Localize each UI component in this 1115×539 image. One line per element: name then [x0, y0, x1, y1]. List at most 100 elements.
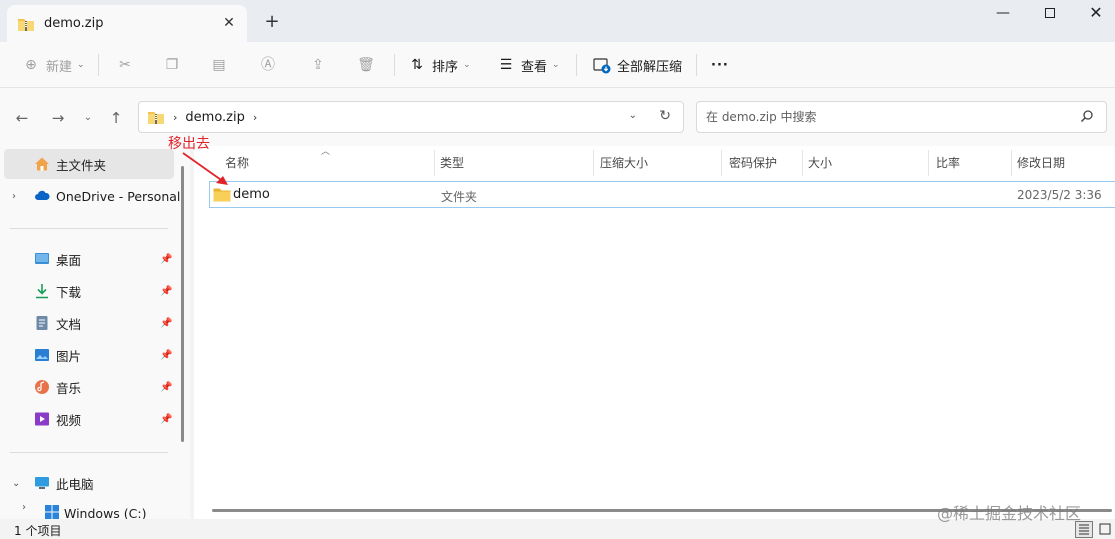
share-button[interactable]: ⇪ — [309, 54, 333, 76]
view-list-icon: ☰ — [499, 57, 513, 73]
column-divider[interactable] — [721, 150, 722, 176]
pin-icon[interactable]: 📌 — [160, 286, 172, 297]
toolbar-divider — [98, 54, 99, 76]
watermark: @稀土掘金技术社区 — [937, 504, 1082, 523]
sidebar-item-videos[interactable]: 视频 📌 — [4, 404, 174, 434]
music-icon — [35, 380, 49, 394]
details-view-icon — [1079, 524, 1089, 535]
column-divider[interactable] — [1011, 150, 1012, 176]
sidebar-item-pictures[interactable]: 图片 📌 — [4, 340, 174, 370]
expand-chevron-icon[interactable]: › — [22, 502, 26, 513]
paste-button[interactable]: ▤ — [210, 54, 234, 76]
forward-arrow-icon[interactable]: → — [48, 108, 68, 128]
tab-close-icon[interactable]: ✕ — [221, 15, 237, 31]
view-label: 查看 — [521, 59, 548, 75]
pin-icon[interactable]: 📌 — [160, 350, 172, 361]
sort-icon: ⇅ — [411, 57, 423, 73]
sidebar-item-home[interactable]: 主文件夹 — [4, 149, 174, 179]
chevron-down-icon: ⌄ — [552, 60, 560, 70]
cloud-icon — [35, 190, 50, 200]
new-button[interactable]: ⊕ 新建 ⌄ — [22, 54, 84, 76]
pin-icon[interactable]: 📌 — [160, 254, 172, 265]
column-divider[interactable] — [593, 150, 594, 176]
new-label: 新建 — [46, 59, 73, 75]
copy-button[interactable]: ❐ — [163, 54, 187, 76]
tiles-view-button[interactable] — [1096, 521, 1114, 538]
toolbar-divider — [394, 54, 395, 76]
search-icon[interactable] — [1080, 109, 1094, 123]
pin-icon[interactable]: 📌 — [160, 382, 172, 393]
clipboard-icon: ▤ — [212, 57, 226, 73]
share-icon: ⇪ — [312, 57, 324, 73]
breadcrumb-chevron-icon[interactable]: › — [173, 111, 177, 124]
expand-chevron-icon[interactable]: › — [12, 191, 16, 202]
close-window-button[interactable]: ✕ — [1073, 0, 1115, 28]
sort-button[interactable]: ⇅ 排序 ⌄ — [408, 54, 470, 76]
sidebar-item-label: Windows (C:) — [64, 506, 147, 519]
computer-icon — [35, 477, 49, 489]
zip-folder-icon — [148, 112, 164, 124]
cut-button[interactable]: ✂ — [116, 54, 140, 76]
search-box[interactable] — [696, 101, 1107, 133]
pin-icon[interactable]: 📌 — [160, 414, 172, 425]
sidebar-item-label: 此电脑 — [56, 476, 94, 492]
breadcrumb-demo-zip[interactable]: demo.zip — [185, 110, 244, 125]
sort-label: 排序 — [432, 59, 459, 75]
tab-demo-zip[interactable]: demo.zip ✕ — [7, 5, 247, 42]
desktop-icon — [35, 253, 49, 264]
maximize-button[interactable] — [1027, 0, 1073, 28]
navigation-pane: 主文件夹 › OneDrive - Personal 桌面 📌 下载 📌 文档 … — [0, 146, 190, 519]
column-header-type[interactable]: 类型 — [440, 154, 464, 171]
column-header-ratio[interactable]: 比率 — [936, 154, 960, 171]
address-dropdown-icon[interactable]: ⌄ — [629, 110, 637, 121]
table-row[interactable]: demo 文件夹 2023/5/2 3:36 — [209, 181, 1115, 208]
toolbar-divider — [696, 54, 697, 76]
pin-icon[interactable]: 📌 — [160, 318, 172, 329]
sidebar-scrollbar[interactable] — [181, 166, 184, 442]
rename-button[interactable]: Ⓐ — [259, 54, 283, 76]
refresh-icon[interactable]: ↻ — [659, 108, 671, 124]
sidebar-item-drive-c[interactable]: › Windows (C:) — [4, 500, 174, 519]
delete-button[interactable]: 🗑 — [357, 54, 381, 76]
sidebar-item-downloads[interactable]: 下载 📌 — [4, 276, 174, 306]
address-bar[interactable]: › demo.zip › ⌄ ↻ — [138, 101, 684, 133]
column-header-password[interactable]: 密码保护 — [729, 154, 777, 171]
command-bar: ⊕ 新建 ⌄ ✂ ❐ ▤ Ⓐ ⇪ 🗑 ⇅ 排序 ⌄ ☰ 查看 ⌄ 全部解压缩 ·… — [0, 42, 1115, 88]
maximize-icon — [1045, 8, 1055, 18]
column-header-compressed-size[interactable]: 压缩大小 — [600, 154, 648, 171]
rename-icon: Ⓐ — [261, 57, 275, 73]
breadcrumb-chevron-icon[interactable]: › — [253, 111, 257, 124]
document-icon — [36, 316, 48, 330]
new-tab-button[interactable]: + — [262, 12, 282, 32]
column-divider[interactable] — [802, 150, 803, 176]
zip-folder-icon — [18, 18, 34, 31]
extract-all-button[interactable]: 全部解压缩 — [593, 54, 682, 76]
annotation-arrow-icon — [182, 152, 228, 185]
sidebar-item-label: 图片 — [56, 348, 82, 364]
sidebar-item-label: 视频 — [56, 412, 82, 428]
sidebar-item-this-pc[interactable]: ⌄ 此电脑 — [4, 468, 174, 498]
file-modified: 2023/5/2 3:36 — [1017, 188, 1102, 202]
collapse-chevron-icon[interactable]: ⌄ — [12, 478, 20, 489]
view-button[interactable]: ☰ 查看 ⌄ — [497, 54, 560, 76]
column-divider[interactable] — [434, 150, 435, 176]
sidebar-item-label: 下载 — [56, 284, 82, 300]
sidebar-item-music[interactable]: 音乐 📌 — [4, 372, 174, 402]
minimize-button[interactable]: — — [980, 0, 1026, 28]
recent-locations-icon[interactable]: ⌄ — [78, 108, 98, 128]
sidebar-item-desktop[interactable]: 桌面 📌 — [4, 244, 174, 274]
search-input[interactable] — [706, 110, 1066, 124]
file-list: ︿ 名称 类型 压缩大小 密码保护 大小 比率 修改日期 demo 文件夹 20… — [194, 146, 1115, 519]
tab-title: demo.zip — [44, 16, 104, 31]
more-options-button[interactable]: ··· — [711, 54, 729, 76]
back-arrow-icon[interactable]: ← — [12, 108, 32, 128]
column-header-modified[interactable]: 修改日期 — [1017, 154, 1065, 171]
title-bar: demo.zip ✕ + — ✕ — [0, 0, 1115, 42]
column-divider[interactable] — [928, 150, 929, 176]
up-arrow-icon[interactable]: ↑ — [106, 108, 126, 128]
sidebar-item-label: 音乐 — [56, 380, 82, 396]
item-count: 1 个项目 — [14, 524, 62, 538]
sidebar-item-onedrive[interactable]: › OneDrive - Personal — [4, 181, 180, 211]
sidebar-item-documents[interactable]: 文档 📌 — [4, 308, 174, 338]
column-header-size[interactable]: 大小 — [808, 154, 832, 171]
